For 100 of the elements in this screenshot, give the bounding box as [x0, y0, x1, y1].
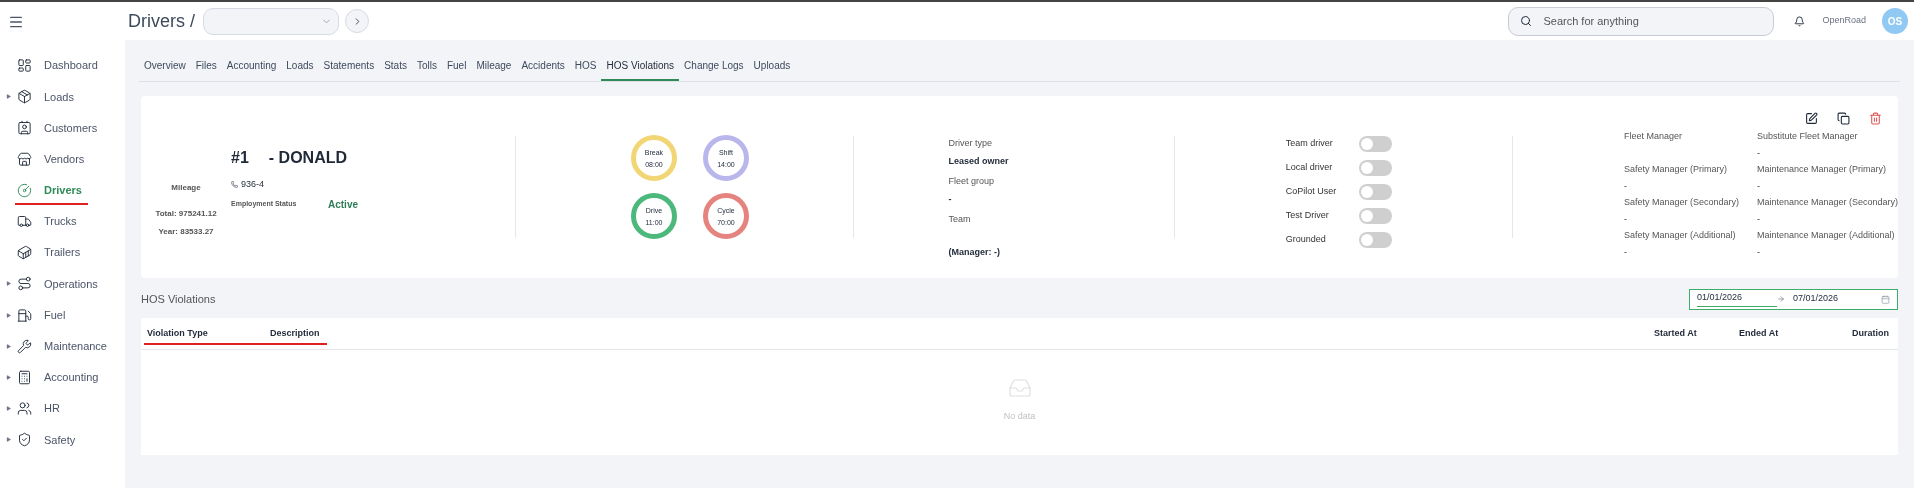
tab[interactable]: Files: [190, 58, 222, 81]
delete-icon[interactable]: [1869, 112, 1882, 125]
tab[interactable]: Stats: [379, 58, 412, 81]
driver-name: - DONALD: [268, 148, 347, 168]
toggle-label: Local driver: [1285, 161, 1334, 175]
sidebar-item[interactable]: Operations: [44, 275, 98, 293]
page-title: Drivers /: [128, 9, 195, 33]
sidebar-item[interactable]: Customers: [44, 119, 98, 137]
truck-icon: [17, 214, 32, 230]
sidebar-item[interactable]: Safety: [44, 431, 76, 449]
caret-icon[interactable]: [6, 94, 11, 100]
tab[interactable]: Accounting: [221, 58, 282, 81]
end-date[interactable]: 07/01/2026: [1793, 292, 1839, 306]
manager-value: -: [1623, 212, 1628, 226]
toggle-switch[interactable]: [1358, 184, 1392, 200]
tab[interactable]: HOS Violations: [601, 58, 680, 81]
tab[interactable]: Accidents: [516, 58, 570, 81]
gauge-icon: [17, 182, 32, 198]
manager-label: Safety Manager (Additional): [1623, 229, 1737, 242]
sidebar-item[interactable]: Trucks: [44, 213, 77, 230]
store-icon: [17, 151, 32, 167]
mileage-year: Year: 83533.27: [158, 226, 214, 238]
caret-icon[interactable]: [6, 374, 11, 380]
caret-icon[interactable]: [6, 406, 11, 412]
search-icon: [1520, 14, 1533, 27]
caret-icon[interactable]: [6, 312, 11, 318]
detail-value: -: [948, 192, 953, 206]
mileage-label: Mileage: [171, 182, 201, 194]
toggle-switch[interactable]: [1358, 232, 1392, 248]
tab[interactable]: Statements: [318, 58, 380, 81]
detail-label: Team: [948, 213, 972, 226]
column-header: Duration: [1852, 326, 1890, 340]
employment-status: Active: [328, 197, 358, 212]
edit-icon[interactable]: [1805, 112, 1818, 125]
sidebar-item[interactable]: Vendors: [44, 150, 85, 168]
phone-number: 936-4: [241, 178, 265, 191]
manager-label: Safety Manager (Secondary): [1623, 196, 1740, 209]
phone-icon: [231, 181, 238, 189]
tab[interactable]: Uploads: [748, 58, 796, 81]
detail-label: Driver type: [948, 137, 993, 150]
caret-icon[interactable]: [6, 281, 11, 287]
route-icon: [17, 276, 32, 292]
manager-value: -: [1756, 245, 1761, 259]
toggle-switch[interactable]: [1358, 208, 1392, 224]
sidebar-item[interactable]: Fuel: [44, 306, 66, 324]
sidebar-item[interactable]: Loads: [44, 88, 74, 106]
detail-label: Fleet group: [948, 175, 995, 188]
manager-value: -: [1756, 146, 1761, 160]
detail-value: Leased owner: [948, 154, 1010, 168]
sidebar-item[interactable]: Dashboard: [44, 57, 98, 74]
column-header: Description: [270, 326, 320, 340]
detail-value: (Manager: -): [948, 245, 1001, 259]
toggle-switch[interactable]: [1358, 160, 1392, 176]
toggle-label: Team driver: [1285, 137, 1334, 151]
manager-label: Safety Manager (Primary): [1623, 163, 1728, 176]
copy-icon[interactable]: [1837, 112, 1850, 125]
dashboard-icon: [17, 58, 32, 74]
sidebar-item[interactable]: Accounting: [44, 369, 99, 386]
manager-value: -: [1623, 179, 1628, 193]
column-header: Violation Type: [147, 326, 209, 340]
date-range-field[interactable]: 01/01/2026 07/01/2026: [1689, 288, 1898, 310]
tab[interactable]: Loads: [281, 58, 319, 81]
toggle-label: Test Driver: [1285, 209, 1330, 223]
toggle-label: Grounded: [1285, 233, 1327, 247]
manager-label: Maintenance Manager (Additional): [1756, 229, 1896, 242]
sidebar-item[interactable]: HR: [44, 400, 60, 417]
manager-label: Maintenance Manager (Secondary): [1756, 196, 1898, 209]
section-title: HOS Violations: [141, 291, 216, 307]
column-header: Started At: [1654, 326, 1698, 340]
sidebar-item[interactable]: Drivers: [44, 182, 82, 199]
toggle-label: CoPilot User: [1285, 185, 1338, 199]
manager-label: Fleet Manager: [1623, 130, 1683, 143]
driver-number: #1: [231, 148, 249, 168]
tab[interactable]: Mileage: [471, 58, 517, 81]
fuel-pump-icon: [17, 307, 32, 323]
container-icon: [17, 245, 32, 261]
tab[interactable]: Tolls: [411, 58, 442, 81]
toggle-switch[interactable]: [1358, 136, 1392, 152]
tab[interactable]: HOS: [569, 58, 602, 81]
bell-icon[interactable]: [1794, 15, 1806, 27]
manager-label: Substitute Fleet Manager: [1756, 130, 1859, 143]
manager-label: Maintenance Manager (Primary): [1756, 163, 1887, 176]
tab[interactable]: Fuel: [441, 58, 472, 81]
manager-value: -: [1756, 212, 1761, 226]
tab[interactable]: Overview: [139, 58, 191, 81]
search-field[interactable]: Search for anything: [1508, 6, 1775, 36]
caret-icon[interactable]: [6, 437, 11, 443]
people-icon: [17, 401, 32, 417]
calculator-icon: [17, 369, 32, 385]
start-date[interactable]: 01/01/2026: [1697, 291, 1777, 307]
manager-value: -: [1623, 245, 1628, 259]
wrench-icon: [17, 338, 32, 354]
sidebar-item[interactable]: Trailers: [44, 244, 81, 261]
menu-icon[interactable]: [8, 14, 24, 30]
caret-icon[interactable]: [6, 343, 11, 349]
arrow-right-icon: [1777, 295, 1785, 303]
tab[interactable]: Change Logs: [679, 58, 749, 81]
package-icon: [17, 89, 32, 105]
sidebar-item[interactable]: Maintenance: [44, 338, 107, 355]
shield-check-icon: [17, 432, 32, 448]
